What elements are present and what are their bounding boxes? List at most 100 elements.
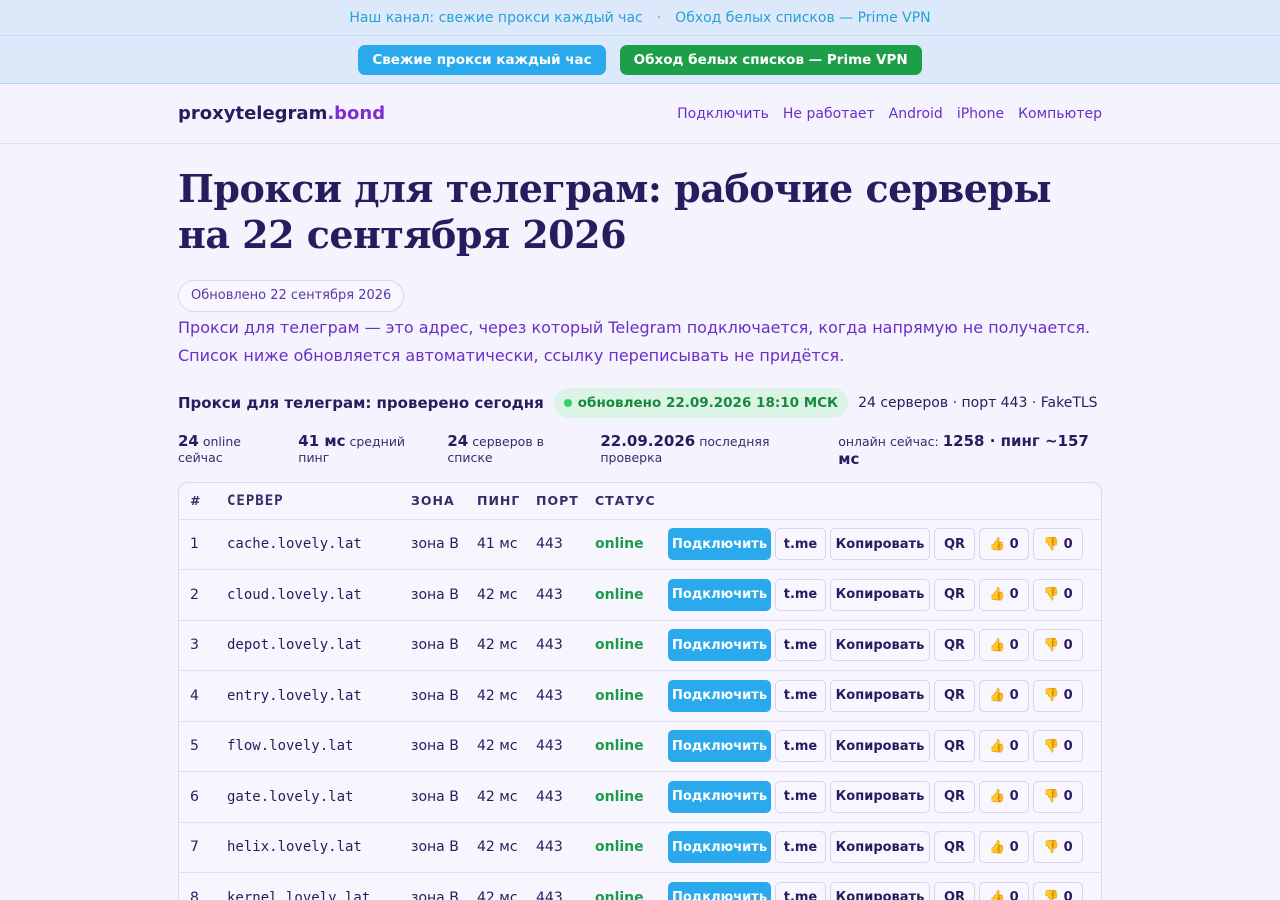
downvote-button[interactable]: 👎 0 [1033,730,1083,763]
row-number: 2 [179,569,227,621]
prime-vpn-button[interactable]: Обход белых списков — Prime VPN [619,44,922,75]
upvote-button[interactable]: 👍 0 [979,780,1029,813]
fresh-proxy-button[interactable]: Свежие прокси каждый час [358,44,606,75]
downvote-count: 0 [1063,536,1073,552]
channel-link[interactable]: Наш канал: свежие прокси каждый час [349,10,642,26]
downvote-count: 0 [1063,637,1073,653]
logo-main: proxytelegram [178,103,328,124]
copy-button[interactable]: Копировать [830,831,930,864]
downvote-count: 0 [1063,839,1073,855]
downvote-button[interactable]: 👎 0 [1033,780,1083,813]
col-ping: ПИНГ [477,483,536,520]
server-ping: 42 мс [477,822,536,873]
upvote-count: 0 [1009,738,1019,754]
qr-button[interactable]: QR [934,780,975,813]
downvote-count: 0 [1063,890,1073,900]
upvote-button[interactable]: 👍 0 [979,578,1029,611]
tme-link-button[interactable]: t.me [775,881,826,900]
copy-button[interactable]: Копировать [830,881,930,900]
tme-link-button[interactable]: t.me [775,578,826,611]
row-number: 4 [179,670,227,722]
row-actions: Подключить t.me Копировать QR 👍 0 👎 0 [668,670,1101,722]
qr-button[interactable]: QR [934,679,975,712]
thumbs-up-icon: 👍 [989,890,1006,900]
downvote-button[interactable]: 👎 0 [1033,629,1083,662]
copy-button[interactable]: Копировать [830,679,930,712]
downvote-button[interactable]: 👎 0 [1033,578,1083,611]
connect-button[interactable]: Подключить [668,831,771,864]
upvote-count: 0 [1009,587,1019,603]
copy-button[interactable]: Копировать [830,629,930,662]
connect-button[interactable]: Подключить [668,679,771,712]
stat-online-value: 24 [178,432,199,450]
tme-link-button[interactable]: t.me [775,780,826,813]
row-actions: Подключить t.me Копировать QR 👍 0 👎 0 [668,721,1101,772]
connect-button[interactable]: Подключить [668,881,771,900]
col-actions [668,483,1101,520]
copy-button[interactable]: Копировать [830,730,930,763]
connect-button[interactable]: Подключить [668,629,771,662]
connect-button[interactable]: Подключить [668,730,771,763]
copy-button[interactable]: Копировать [830,528,930,561]
row-actions: Подключить t.me Копировать QR 👍 0 👎 0 [668,519,1101,570]
row-number: 3 [179,620,227,671]
upvote-button[interactable]: 👍 0 [979,679,1029,712]
nav-computer[interactable]: Компьютер [1018,106,1102,122]
promo-bar: Свежие прокси каждый час Обход белых спи… [0,36,1280,84]
table-row: 7 helix.lovely.lat зона B 42 мс 443 online Под… [179,822,1101,873]
upvote-count: 0 [1009,536,1019,552]
connect-button[interactable]: Подключить [668,528,771,561]
upvote-button[interactable]: 👍 0 [979,881,1029,900]
page-title: Прокси для телеграм: рабочие серверы на … [178,166,1052,257]
col-zone: ЗОНА [411,483,477,520]
stat-ping: 41 мс средний пинг [298,432,433,465]
prime-vpn-link[interactable]: Обход белых списков — Prime VPN [675,10,930,26]
copy-button[interactable]: Копировать [830,578,930,611]
downvote-button[interactable]: 👎 0 [1033,679,1083,712]
row-number: 6 [179,771,227,823]
tme-link-button[interactable]: t.me [775,679,826,712]
thumbs-down-icon: 👎 [1043,890,1060,900]
table-row: 4 entry.lovely.lat зона B 42 мс 443 online Под… [179,670,1101,722]
table-row: 5 flow.lovely.lat зона B 42 мс 443 online Подк… [179,721,1101,772]
qr-button[interactable]: QR [934,730,975,763]
tme-link-button[interactable]: t.me [775,629,826,662]
downvote-button[interactable]: 👎 0 [1033,831,1083,864]
copy-button[interactable]: Копировать [830,780,930,813]
thumbs-up-icon: 👍 [989,587,1006,603]
nav-iphone[interactable]: iPhone [957,106,1004,122]
stat-online: 24 online сейчас [178,432,284,465]
upvote-button[interactable]: 👍 0 [979,528,1029,561]
status-badge: online [595,569,668,621]
upvote-button[interactable]: 👍 0 [979,730,1029,763]
downvote-button[interactable]: 👎 0 [1033,881,1083,900]
nav-connect[interactable]: Подключить [677,106,769,122]
connect-button[interactable]: Подключить [668,780,771,813]
thumbs-down-icon: 👎 [1043,637,1060,653]
tme-link-button[interactable]: t.me [775,528,826,561]
upvote-button[interactable]: 👍 0 [979,629,1029,662]
qr-button[interactable]: QR [934,831,975,864]
thumbs-up-icon: 👍 [989,789,1006,805]
qr-button[interactable]: QR [934,881,975,900]
qr-button[interactable]: QR [934,528,975,561]
tme-link-button[interactable]: t.me [775,730,826,763]
server-port: 443 [536,822,595,873]
downvote-button[interactable]: 👎 0 [1033,528,1083,561]
nav-not-working[interactable]: Не работает [783,106,875,122]
connect-button[interactable]: Подключить [668,578,771,611]
qr-button[interactable]: QR [934,578,975,611]
table-header-row: # СЕРВЕР ЗОНА ПИНГ ПОРТ СТАТУС [179,483,1101,520]
thumbs-up-icon: 👍 [989,738,1006,754]
stat-external: онлайн сейчас: 1258 · пинг ~157 мс [838,432,1102,468]
qr-button[interactable]: QR [934,629,975,662]
thumbs-down-icon: 👎 [1043,789,1060,805]
nav-android[interactable]: Android [889,106,943,122]
upvote-button[interactable]: 👍 0 [979,831,1029,864]
site-logo[interactable]: proxytelegram.bond [178,103,385,124]
table-row: 6 gate.lovely.lat зона B 42 мс 443 online Подк… [179,771,1101,823]
row-number: 1 [179,519,227,570]
status-title: Прокси для телеграм: проверено сегодня [178,394,544,412]
tme-link-button[interactable]: t.me [775,831,826,864]
upvote-count: 0 [1009,839,1019,855]
